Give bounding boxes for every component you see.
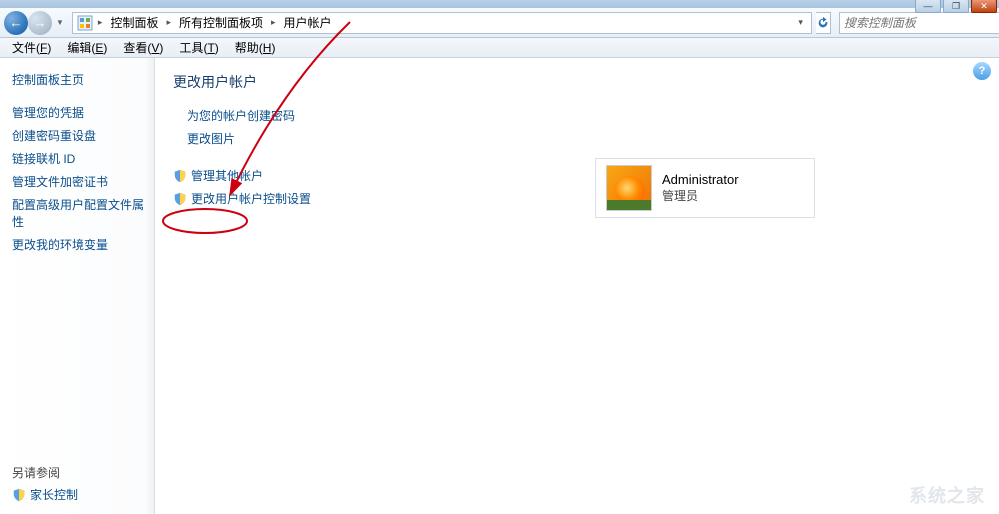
search-input[interactable] — [844, 16, 999, 30]
sidebar-link[interactable]: 管理文件加密证书 — [12, 170, 154, 193]
avatar — [606, 165, 652, 211]
sidebar: 控制面板主页 管理您的凭据 创建密码重设盘 链接联机 ID 管理文件加密证书 配… — [0, 58, 155, 514]
chevron-right-icon: ▸ — [163, 17, 174, 28]
content-area: 更改用户帐户 为您的帐户创建密码 更改图片 管理其他帐户 更改用户帐户控制设置 — [155, 58, 999, 514]
refresh-button[interactable] — [816, 12, 831, 34]
menu-view[interactable]: 查看(V) — [115, 37, 171, 58]
breadcrumb-item[interactable]: 控制面板 — [107, 13, 161, 32]
account-role: 管理员 — [662, 187, 739, 204]
sidebar-link[interactable]: 配置高级用户配置文件属性 — [12, 193, 154, 233]
shield-icon — [173, 169, 187, 183]
chevron-right-icon: ▸ — [95, 17, 106, 28]
breadcrumb[interactable]: ▸ 控制面板 ▸ 所有控制面板项 ▸ 用户帐户 ▾ — [72, 12, 812, 34]
search-box[interactable] — [839, 12, 999, 34]
maximize-button[interactable]: ❐ — [943, 0, 969, 13]
breadcrumb-item[interactable]: 所有控制面板项 — [176, 13, 266, 32]
account-card[interactable]: Administrator 管理员 — [595, 158, 815, 218]
forward-button[interactable]: → — [28, 11, 52, 35]
nav-history-dropdown[interactable]: ▼ — [52, 18, 68, 27]
parental-controls-link[interactable]: 家长控制 — [12, 483, 154, 506]
menu-help[interactable]: 帮助(H) — [227, 37, 284, 58]
shield-icon — [12, 488, 26, 502]
close-button[interactable]: ✕ — [971, 0, 997, 13]
chevron-right-icon: ▸ — [268, 17, 279, 28]
sidebar-home-link[interactable]: 控制面板主页 — [12, 68, 154, 91]
task-manage-other-accounts[interactable]: 管理其他帐户 — [173, 164, 981, 187]
task-change-uac[interactable]: 更改用户帐户控制设置 — [173, 187, 981, 210]
sidebar-link[interactable]: 管理您的凭据 — [12, 101, 154, 124]
watermark: 系统之家 — [909, 482, 985, 508]
page-title: 更改用户帐户 — [173, 72, 981, 92]
menu-tools[interactable]: 工具(T) — [171, 37, 226, 58]
menu-file[interactable]: 文件(F) — [4, 37, 59, 58]
task-label: 管理其他帐户 — [191, 167, 263, 184]
control-panel-icon — [77, 15, 93, 31]
menubar: 文件(F) 编辑(E) 查看(V) 工具(T) 帮助(H) — [0, 38, 999, 58]
breadcrumb-item[interactable]: 用户帐户 — [281, 13, 335, 32]
back-button[interactable]: ← — [4, 11, 28, 35]
minimize-button[interactable]: — — [915, 0, 941, 13]
sidebar-link[interactable]: 创建密码重设盘 — [12, 124, 154, 147]
task-label: 更改用户帐户控制设置 — [191, 190, 311, 207]
sidebar-link[interactable]: 更改我的环境变量 — [12, 233, 154, 256]
breadcrumb-dropdown[interactable]: ▾ — [794, 17, 807, 28]
titlebar: — ❐ ✕ — [0, 0, 999, 8]
parental-controls-label: 家长控制 — [30, 486, 78, 503]
shield-icon — [173, 192, 187, 206]
account-name: Administrator — [662, 172, 739, 187]
task-change-picture[interactable]: 更改图片 — [187, 127, 981, 150]
see-also-label: 另请参阅 — [12, 462, 154, 483]
menu-edit[interactable]: 编辑(E) — [59, 37, 115, 58]
navigation-bar: ← → ▼ ▸ 控制面板 ▸ 所有控制面板项 ▸ 用户帐户 ▾ — [0, 8, 999, 38]
task-create-password[interactable]: 为您的帐户创建密码 — [187, 104, 981, 127]
sidebar-link[interactable]: 链接联机 ID — [12, 147, 154, 170]
